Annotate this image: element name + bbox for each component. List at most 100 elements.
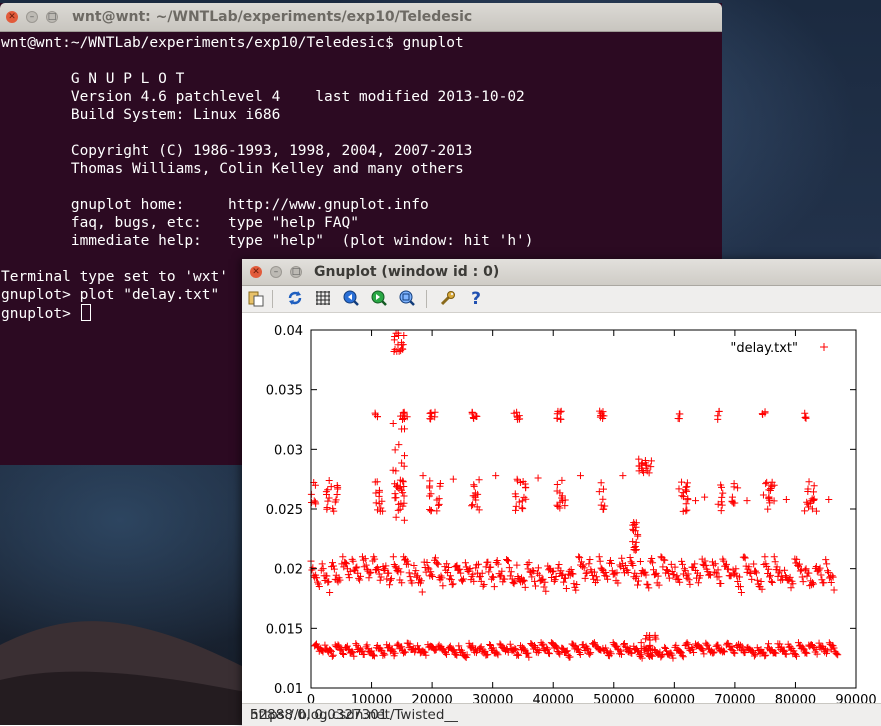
close-icon[interactable]: ✕: [6, 11, 18, 23]
data-point: [391, 490, 399, 498]
data-point: [644, 581, 652, 589]
data-point: [717, 579, 725, 587]
data-point: [764, 505, 772, 513]
terminal-line: Terminal type set to 'wxt': [1, 269, 228, 285]
data-point: [830, 586, 838, 594]
data-point: [356, 576, 364, 584]
data-point: [479, 582, 487, 590]
gnuplot-titlebar[interactable]: ✕ – □ Gnuplot (window id : 0): [242, 259, 881, 286]
data-point: [505, 564, 513, 572]
gnuplot-title: Gnuplot (window id : 0): [314, 264, 500, 280]
maximize-icon[interactable]: □: [290, 266, 302, 278]
clipboard-copy-icon[interactable]: [246, 289, 266, 309]
replot-icon[interactable]: [285, 289, 305, 309]
data-point: [748, 575, 756, 583]
data-point: [419, 472, 427, 480]
data-point: [395, 441, 403, 449]
data-point: [558, 476, 566, 484]
data-point: [410, 561, 418, 569]
data-point: [328, 652, 336, 660]
data-point: [523, 560, 531, 568]
data-point: [595, 553, 603, 561]
plot-canvas[interactable]: 0 10000 20000 30000 40000 50000 60000 70000 8000…: [242, 313, 881, 708]
data-point: [598, 565, 606, 573]
gnuplot-window[interactable]: ✕ – □ Gnuplot (window id : 0) ? 0 10000 …: [242, 259, 881, 726]
data-point: [418, 588, 426, 596]
toolbar-separator: [426, 290, 427, 308]
data-point: [324, 497, 332, 505]
data-point: [803, 572, 811, 580]
data-point: [389, 553, 397, 561]
grid-icon[interactable]: [313, 289, 333, 309]
data-point: [683, 483, 691, 491]
status-bar: 52888.0, 0.0327301 https://blog.csdn.net…: [242, 703, 881, 726]
data-point: [392, 513, 400, 521]
data-point: [741, 554, 749, 562]
data-point: [798, 573, 806, 581]
data-point: [412, 567, 420, 575]
data-point: [513, 561, 521, 569]
x-tick-label: 60000: [654, 693, 695, 703]
terminal-line: gnuplot home: http://www.gnuplot.info: [1, 197, 429, 213]
help-icon[interactable]: ?: [466, 289, 486, 309]
autoscale-icon[interactable]: [397, 289, 417, 309]
minimize-icon[interactable]: –: [26, 11, 38, 23]
gnuplot-toolbar: ?: [242, 286, 881, 313]
data-point: [394, 506, 402, 514]
data-point: [649, 559, 657, 567]
data-point: [717, 507, 725, 515]
data-point: [390, 560, 398, 568]
data-point: [674, 414, 682, 422]
data-point: [325, 476, 333, 484]
data-point: [512, 506, 520, 514]
data-point: [318, 560, 326, 568]
zoom-next-icon[interactable]: [369, 289, 389, 309]
x-tick-label: 80000: [775, 693, 816, 703]
data-point: [389, 419, 397, 427]
data-point: [449, 475, 457, 483]
data-point: [490, 583, 498, 591]
data-point: [597, 479, 605, 487]
data-point: [718, 493, 726, 501]
legend-marker: [820, 343, 828, 351]
terminal-prompt: gnuplot>: [1, 306, 80, 322]
terminal-line: faq, bugs, etc: type "help FAQ": [1, 215, 359, 231]
data-point: [319, 565, 327, 573]
data-point: [557, 415, 565, 423]
data-point: [532, 582, 540, 590]
data-point: [494, 560, 502, 568]
toolbar-separator: [272, 290, 273, 308]
terminal-titlebar[interactable]: ✕ – □ wnt@wnt: ~/WNTLab/experiments/exp1…: [0, 3, 722, 32]
data-point: [326, 589, 334, 597]
close-icon[interactable]: ✕: [250, 266, 262, 278]
data-point: [607, 559, 615, 567]
maximize-icon[interactable]: □: [46, 11, 58, 23]
data-point: [805, 478, 813, 486]
data-point: [333, 491, 341, 499]
legend: "delay.txt": [730, 341, 828, 356]
data-point: [692, 497, 700, 505]
data-point: [468, 502, 476, 510]
data-point: [782, 495, 790, 503]
y-tick-label: 0.025: [266, 503, 303, 518]
minimize-icon[interactable]: –: [270, 266, 282, 278]
data-point: [400, 408, 408, 416]
data-point: [801, 507, 809, 515]
data-point: [626, 554, 634, 562]
data-point: [405, 569, 413, 577]
data-point: [686, 580, 694, 588]
data-point: [325, 578, 333, 586]
data-point: [365, 574, 373, 582]
wrench-icon[interactable]: [438, 289, 458, 309]
data-point: [682, 500, 690, 508]
scatter-chart[interactable]: 0 10000 20000 30000 40000 50000 60000 70000 8000…: [242, 313, 881, 708]
data-point: [665, 574, 673, 582]
data-point: [753, 576, 761, 584]
terminal-line: G N U P L O T: [1, 71, 185, 87]
data-point: [761, 553, 769, 561]
data-point: [810, 482, 818, 490]
data-point: [348, 555, 356, 563]
x-tick-label: 90000: [835, 693, 876, 703]
data-point: [431, 408, 439, 416]
zoom-previous-icon[interactable]: [341, 289, 361, 309]
